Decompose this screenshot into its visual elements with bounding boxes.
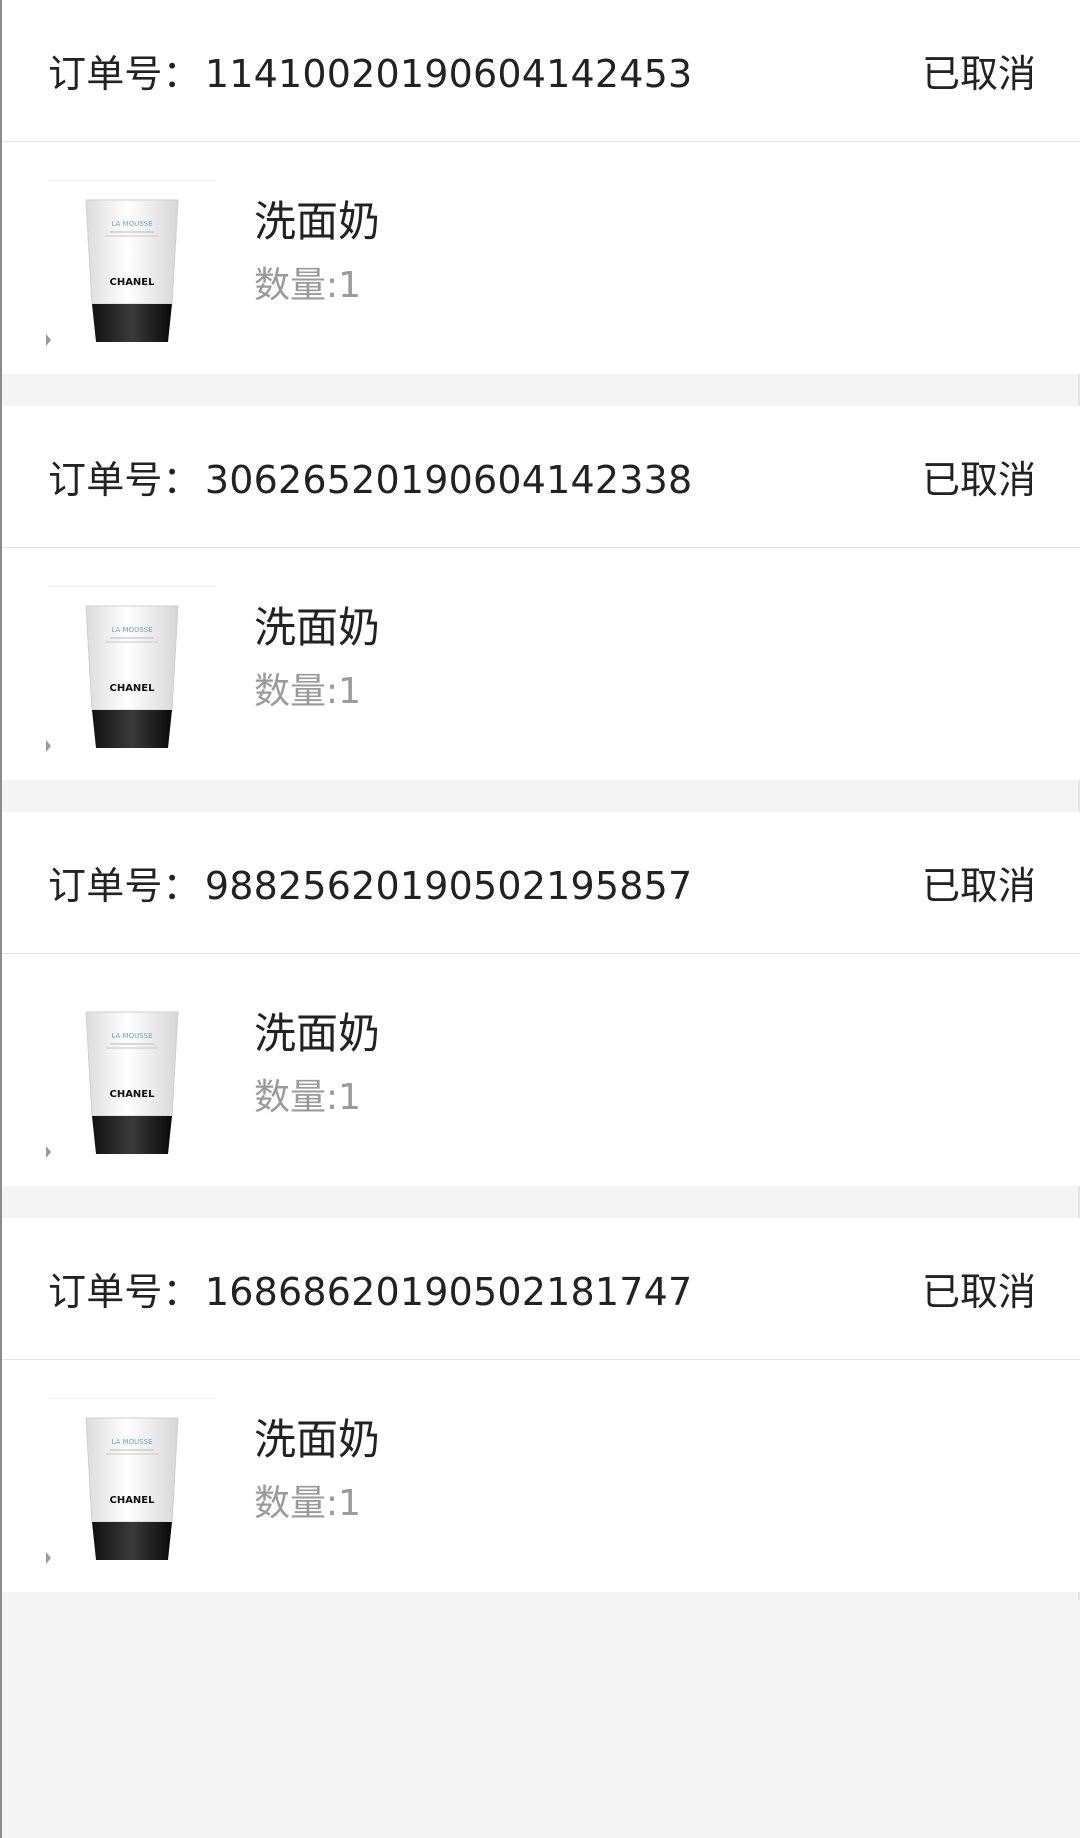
- order-card[interactable]: 订单号： 98825620190502195857 已取消 LA MOUSSE …: [2, 812, 1080, 1186]
- order-number-text: 订单号： 30626520190604142338: [48, 449, 692, 504]
- product-image: LA MOUSSE CHANEL: [48, 586, 216, 754]
- product-quantity: 数量:1: [254, 1483, 362, 1524]
- order-header: 订单号： 30626520190604142338 已取消: [2, 406, 1080, 548]
- order-status: 已取消: [921, 458, 1036, 502]
- product-info: 洗面奶 数量:1: [254, 194, 380, 310]
- svg-text:LA MOUSSE: LA MOUSSE: [111, 220, 152, 228]
- order-status: 已取消: [921, 864, 1036, 908]
- order-status: 已取消: [921, 1270, 1036, 1314]
- order-card[interactable]: 订单号： 30626520190604142338 已取消 LA MOUSSE …: [2, 406, 1080, 780]
- product-name: 洗面奶: [254, 1415, 381, 1464]
- order-list: 订单号： 11410020190604142453 已取消 LA MOUSSE …: [2, 0, 1080, 1624]
- order-number-value: 98825620190502195857: [204, 864, 693, 908]
- order-number-value: 11410020190604142453: [204, 52, 693, 96]
- order-header: 订单号： 11410020190604142453 已取消: [2, 0, 1080, 142]
- chevron-right-icon: [46, 1146, 51, 1158]
- order-number-label: 订单号：: [48, 864, 201, 908]
- order-product-row[interactable]: LA MOUSSE CHANEL 洗面奶 数量:1: [2, 142, 1080, 374]
- product-quantity: 数量:1: [254, 671, 362, 712]
- cleanser-tube-image: LA MOUSSE CHANEL: [85, 1011, 179, 1154]
- order-product-row[interactable]: LA MOUSSE CHANEL 洗面奶 数量:1: [2, 548, 1080, 780]
- svg-text:CHANEL: CHANEL: [109, 1495, 155, 1506]
- order-card[interactable]: 订单号： 16868620190502181747 已取消 LA MOUSSE …: [2, 1218, 1080, 1592]
- svg-text:CHANEL: CHANEL: [109, 277, 155, 288]
- product-name: 洗面奶: [254, 197, 381, 246]
- order-number-value: 16868620190502181747: [204, 1270, 693, 1314]
- product-image: LA MOUSSE CHANEL: [48, 180, 216, 348]
- svg-text:CHANEL: CHANEL: [109, 683, 155, 694]
- product-name: 洗面奶: [254, 1009, 381, 1058]
- svg-text:CHANEL: CHANEL: [109, 1089, 155, 1100]
- order-number-text: 订单号： 16868620190502181747: [48, 1261, 692, 1316]
- product-info: 洗面奶 数量:1: [254, 1412, 380, 1528]
- product-info: 洗面奶 数量:1: [254, 600, 380, 716]
- order-number-label: 订单号：: [48, 52, 201, 96]
- order-product-row[interactable]: LA MOUSSE CHANEL 洗面奶 数量:1: [2, 1360, 1080, 1592]
- product-info: 洗面奶 数量:1: [254, 1006, 380, 1122]
- product-quantity: 数量:1: [254, 265, 362, 306]
- cleanser-tube-image: LA MOUSSE CHANEL: [85, 199, 179, 342]
- order-product-row[interactable]: LA MOUSSE CHANEL 洗面奶 数量:1: [2, 954, 1080, 1186]
- order-card[interactable]: 订单号： 11410020190604142453 已取消 LA MOUSSE …: [2, 0, 1080, 374]
- cleanser-tube-image: LA MOUSSE CHANEL: [85, 605, 179, 748]
- chevron-right-icon: [46, 1552, 51, 1564]
- order-number-text: 订单号： 11410020190604142453: [48, 43, 692, 98]
- svg-text:LA MOUSSE: LA MOUSSE: [111, 626, 152, 634]
- image-top-edge: [48, 180, 216, 181]
- order-list-page: 订单号： 11410020190604142453 已取消 LA MOUSSE …: [0, 0, 1080, 1838]
- product-image: LA MOUSSE CHANEL: [48, 1398, 216, 1566]
- order-header: 订单号： 98825620190502195857 已取消: [2, 812, 1080, 954]
- order-status: 已取消: [921, 52, 1036, 96]
- order-number-text: 订单号： 98825620190502195857: [48, 855, 692, 910]
- svg-text:LA MOUSSE: LA MOUSSE: [111, 1032, 152, 1040]
- order-header: 订单号： 16868620190502181747 已取消: [2, 1218, 1080, 1360]
- order-number-value: 30626520190604142338: [204, 458, 693, 502]
- cleanser-tube-image: LA MOUSSE CHANEL: [85, 1417, 179, 1560]
- image-top-edge: [48, 586, 216, 587]
- product-quantity: 数量:1: [254, 1077, 362, 1118]
- product-name: 洗面奶: [254, 603, 381, 652]
- product-image: LA MOUSSE CHANEL: [48, 992, 216, 1160]
- order-number-label: 订单号：: [48, 1270, 201, 1314]
- chevron-right-icon: [46, 740, 51, 752]
- image-top-edge: [48, 1398, 216, 1399]
- order-number-label: 订单号：: [48, 458, 201, 502]
- chevron-right-icon: [46, 334, 51, 346]
- svg-text:LA MOUSSE: LA MOUSSE: [111, 1438, 152, 1446]
